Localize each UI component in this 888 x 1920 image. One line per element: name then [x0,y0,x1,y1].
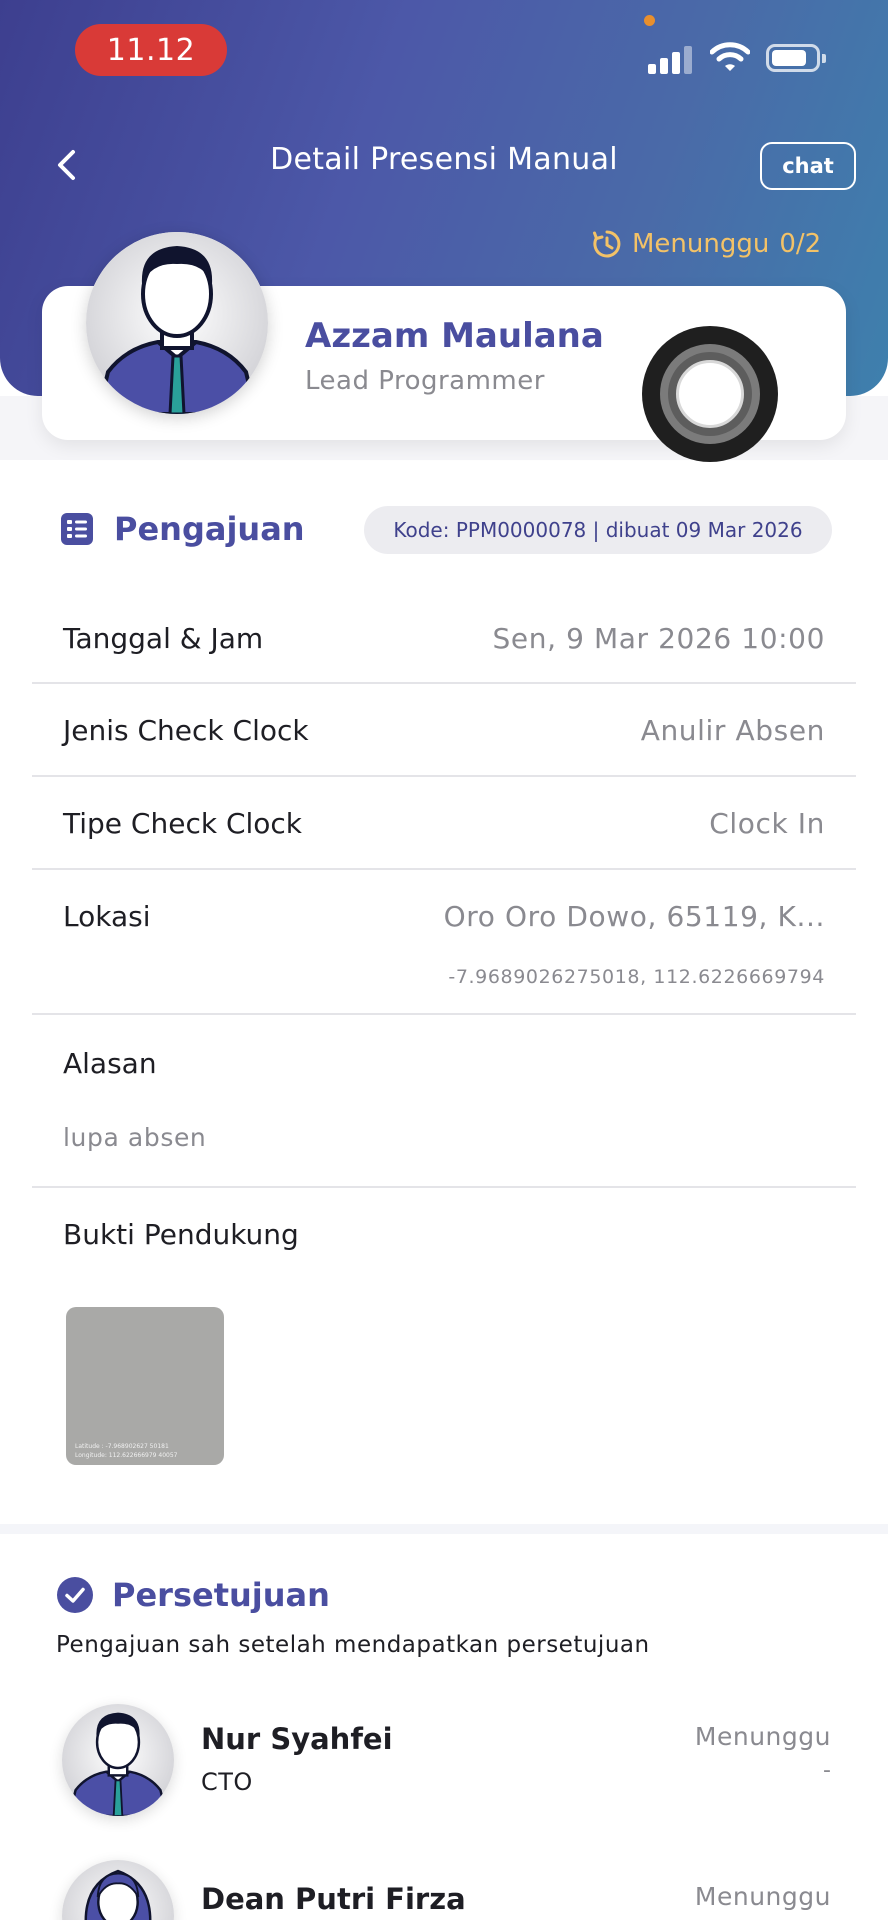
approver-date: - [823,1758,831,1783]
approver-role: CTO [201,1768,253,1796]
approver-status: Menunggu [694,1722,831,1751]
detail-row-clock-type: Tipe Check Clock Clock In [32,777,856,870]
reason-label: Alasan [63,1047,157,1080]
approver-name: Nur Syahfei [201,1722,393,1756]
detail-row-proof: Bukti Pendukung [32,1188,856,1251]
detail-value: Sen, 9 Mar 2026 10:00 [492,622,825,655]
battery-icon [766,44,826,72]
detail-row-location: Lokasi Oro Oro Dowo, 65119, K... -7.9689… [32,870,856,1015]
detail-label: Tanggal & Jam [63,622,264,655]
proof-image-thumbnail[interactable]: Latitude : -7.968902627 50181 Longitude:… [66,1307,224,1465]
profile-name: Azzam Maulana [305,316,604,356]
profile-role: Lead Programmer [305,366,545,396]
wifi-icon [709,40,751,74]
male-avatar-icon [86,232,268,414]
approval-description: Pengajuan sah setelah mendapatkan perset… [56,1632,650,1658]
clock-icon [593,230,621,258]
chevron-left-icon [58,150,75,180]
detail-row-check-type: Jenis Check Clock Anulir Absen [32,684,856,777]
status-time: 11.12 [75,24,227,76]
approval-title: Persetujuan [112,1576,330,1614]
approval-header: Persetujuan [56,1576,330,1614]
detail-value: Anulir Absen [640,714,825,747]
check-circle-icon [57,1577,93,1613]
status-count: 0/2 [779,229,822,259]
detail-row-reason: Alasan lupa absen [32,1015,856,1188]
approver-item: Nur Syahfei CTO Menunggu - [0,1696,888,1826]
status-label: Menunggu [632,229,770,259]
proof-label: Bukti Pendukung [63,1218,299,1251]
approval-status: Menunggu 0/2 [592,224,821,264]
camera-indicator-dot [644,15,655,26]
detail-label: Tipe Check Clock [63,807,303,840]
male-avatar-icon [62,1704,174,1816]
location-address: Oro Oro Dowo, 65119, K... [443,900,825,933]
chat-button[interactable]: chat [760,142,856,190]
back-button[interactable] [44,140,88,190]
detail-value: Clock In [709,807,825,840]
location-coordinates: -7.9689026275018, 112.6226669794 [448,966,825,988]
page-title: Detail Presensi Manual [270,142,618,177]
submission-title: Pengajuan [114,510,305,548]
section-divider [0,1524,888,1534]
list-icon [61,513,93,545]
detail-row-date: Tanggal & Jam Sen, 9 Mar 2026 10:00 [32,592,856,684]
submission-code-badge: Kode: PPM0000078 | dibuat 09 Mar 2026 [364,506,832,554]
approver-status: Menunggu [694,1882,831,1911]
approver-avatar [62,1704,174,1816]
submission-header: Pengajuan [60,510,305,548]
approver-name: Dean Putri Firza [201,1882,466,1916]
approver-item: Dean Putri Firza Menunggu [0,1852,888,1920]
proof-image-caption: Latitude : -7.968902627 50181 Longitude:… [75,1443,178,1459]
profile-avatar [86,232,268,414]
reason-value: lupa absen [63,1123,207,1152]
detail-label: Jenis Check Clock [63,714,309,747]
female-avatar-icon [62,1860,174,1920]
detail-label: Lokasi [63,900,151,933]
assistive-touch-button[interactable] [642,326,778,462]
approver-avatar [62,1860,174,1920]
cellular-signal-icon [648,44,696,74]
